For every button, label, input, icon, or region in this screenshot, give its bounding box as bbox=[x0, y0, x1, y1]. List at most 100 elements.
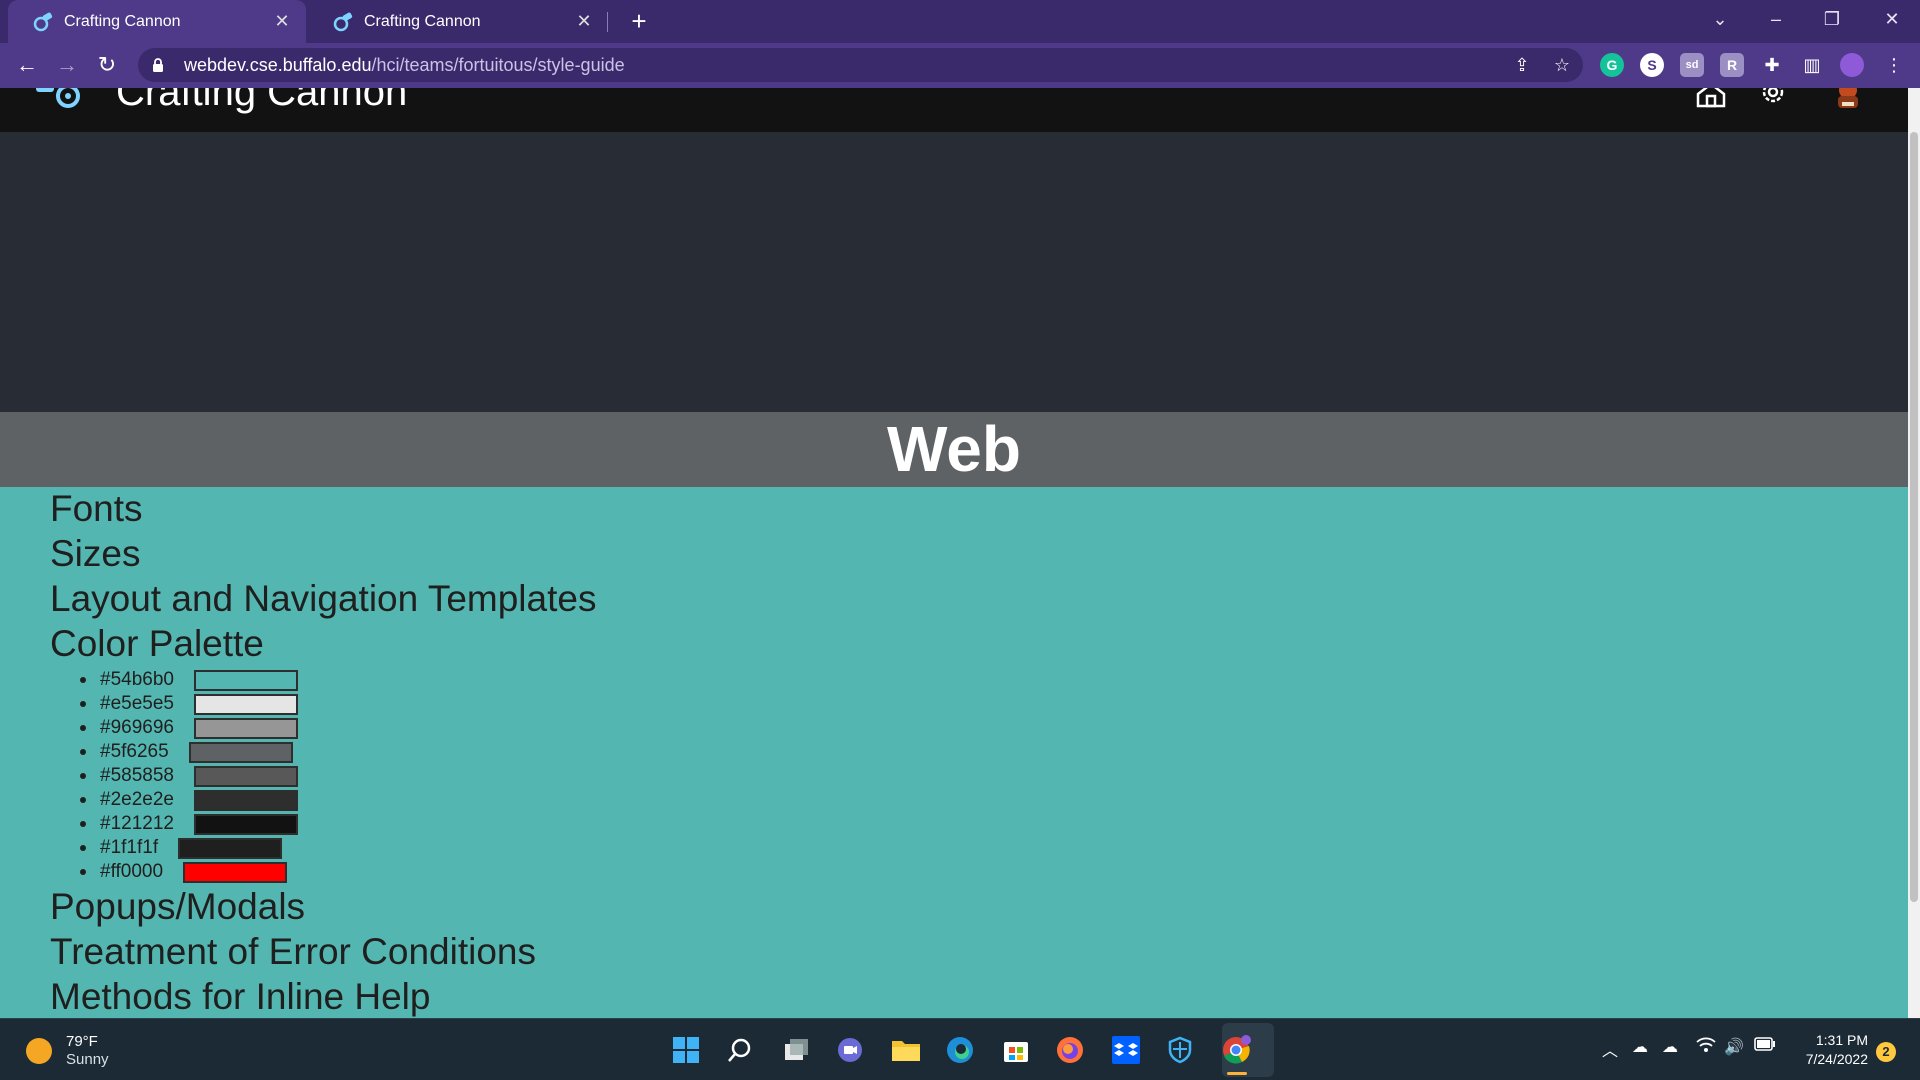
color-swatch bbox=[188, 741, 293, 763]
list-item: #ff0000 bbox=[80, 860, 596, 884]
windows-start-icon[interactable] bbox=[666, 1030, 706, 1070]
r-extension-icon[interactable]: R bbox=[1720, 53, 1744, 77]
color-code: #969696 bbox=[100, 717, 174, 738]
tab-divider bbox=[607, 12, 608, 32]
section-inline-help[interactable]: Methods for Inline Help bbox=[50, 974, 596, 1018]
section-layout-navigation[interactable]: Layout and Navigation Templates bbox=[50, 576, 596, 621]
file-explorer-icon[interactable] bbox=[886, 1030, 926, 1070]
hero-banner bbox=[0, 132, 1908, 412]
taskbar: 79°F Sunny ︿ ☁ ☁ 🔊 1:31 PM 7/24/2022 2 bbox=[0, 1018, 1920, 1080]
sd-extension-icon[interactable]: sd bbox=[1680, 53, 1704, 77]
task-view-icon[interactable] bbox=[776, 1030, 816, 1070]
forward-arrow-icon[interactable]: → bbox=[51, 49, 83, 81]
address-bar[interactable]: webdev.cse.buffalo.edu/hci/teams/fortuit… bbox=[138, 48, 1583, 82]
browser-tab-active[interactable]: Crafting Cannon ✕ bbox=[8, 0, 306, 43]
firefox-icon[interactable] bbox=[1050, 1030, 1090, 1070]
restore-button[interactable]: ❐ bbox=[1804, 0, 1860, 40]
lock-icon bbox=[152, 57, 172, 73]
clock-time: 1:31 PM bbox=[1815, 1032, 1868, 1048]
section-color-palette[interactable]: Color Palette bbox=[50, 621, 596, 666]
site-title[interactable]: Crafting Cannon bbox=[116, 88, 407, 115]
tab-title: Crafting Cannon bbox=[64, 12, 181, 30]
list-item: #e5e5e5 bbox=[80, 692, 596, 716]
chat-icon[interactable] bbox=[830, 1030, 870, 1070]
bookmark-star-icon[interactable]: ☆ bbox=[1548, 51, 1576, 79]
scrollbar-thumb[interactable] bbox=[1910, 132, 1918, 902]
list-item: #54b6b0 bbox=[80, 668, 596, 692]
s-extension-icon[interactable]: S bbox=[1640, 53, 1664, 77]
search-icon[interactable] bbox=[720, 1030, 760, 1070]
color-swatch bbox=[193, 669, 298, 691]
wifi-icon[interactable] bbox=[1696, 1037, 1716, 1058]
page-heading: Web bbox=[887, 413, 1021, 485]
defender-shield-icon[interactable] bbox=[1160, 1030, 1200, 1070]
microsoft-store-icon[interactable] bbox=[996, 1030, 1036, 1070]
section-popups-modals[interactable]: Popups/Modals bbox=[50, 884, 596, 929]
notification-badge[interactable]: 2 bbox=[1876, 1042, 1896, 1062]
url-host: webdev.cse.buffalo.edu bbox=[184, 54, 372, 75]
cannon-logo-icon[interactable] bbox=[34, 88, 84, 125]
bullet-icon bbox=[80, 725, 86, 731]
browser-tab-strip: Crafting Cannon ✕ Crafting Cannon ✕ + ⌄ … bbox=[0, 0, 1920, 43]
tab-title: Crafting Cannon bbox=[364, 12, 481, 30]
battery-icon[interactable] bbox=[1754, 1037, 1776, 1056]
cannon-favicon-icon bbox=[332, 11, 354, 33]
color-swatch bbox=[193, 765, 298, 787]
weather-temp: 79°F bbox=[66, 1033, 98, 1050]
url-path: /hci/teams/fortuitous/style-guide bbox=[371, 54, 625, 75]
section-sizes[interactable]: Sizes bbox=[50, 531, 596, 576]
new-tab-button[interactable]: + bbox=[624, 4, 654, 38]
color-swatch bbox=[193, 717, 298, 739]
list-item: #5f6265 bbox=[80, 740, 596, 764]
section-fonts[interactable]: Fonts bbox=[50, 486, 596, 531]
side-panel-icon[interactable]: ▥ bbox=[1798, 51, 1826, 79]
color-swatch bbox=[193, 693, 298, 715]
onedrive-warning-icon[interactable]: ☁ bbox=[1632, 1037, 1648, 1057]
section-error-conditions[interactable]: Treatment of Error Conditions bbox=[50, 929, 596, 974]
close-window-button[interactable]: ✕ bbox=[1864, 0, 1920, 40]
profile-avatar-icon[interactable] bbox=[1840, 53, 1864, 77]
site-header: Crafting Cannon bbox=[0, 88, 1908, 132]
tab-search-chevron-icon[interactable]: ⌄ bbox=[1692, 0, 1748, 40]
page-viewport: Crafting Cannon Web Fonts Sizes Layout a… bbox=[0, 88, 1908, 1018]
grammarly-icon[interactable]: G bbox=[1600, 53, 1624, 77]
share-icon[interactable]: ⇪ bbox=[1508, 51, 1536, 79]
color-code: #5f6265 bbox=[100, 741, 169, 762]
color-swatch bbox=[193, 813, 298, 835]
tray-overflow-chevron-icon[interactable]: ︿ bbox=[1602, 1037, 1618, 1061]
list-item: #2e2e2e bbox=[80, 788, 596, 812]
section-band: Web bbox=[0, 412, 1908, 487]
list-item: #121212 bbox=[80, 812, 596, 836]
weather-widget[interactable]: 79°F Sunny bbox=[26, 1033, 109, 1069]
bullet-icon bbox=[80, 773, 86, 779]
browser-menu-icon[interactable]: ⋮ bbox=[1880, 51, 1908, 79]
back-arrow-icon[interactable]: ← bbox=[11, 49, 43, 81]
volume-icon[interactable]: 🔊 bbox=[1724, 1037, 1744, 1057]
settings-gear-icon[interactable] bbox=[1758, 88, 1788, 113]
edge-browser-icon[interactable] bbox=[940, 1030, 980, 1070]
chrome-icon[interactable] bbox=[1216, 1030, 1256, 1070]
bullet-icon bbox=[80, 821, 86, 827]
weather-desc: Sunny bbox=[66, 1051, 109, 1068]
browser-tab-inactive[interactable]: Crafting Cannon ✕ bbox=[308, 0, 608, 43]
color-code: #ff0000 bbox=[100, 861, 164, 882]
list-item: #1f1f1f bbox=[80, 836, 596, 860]
color-code: #1f1f1f bbox=[100, 837, 159, 858]
bullet-icon bbox=[80, 677, 86, 683]
browser-toolbar: ← → ↻ webdev.cse.buffalo.edu/hci/teams/f… bbox=[0, 43, 1920, 88]
page-scrollbar[interactable] bbox=[1908, 88, 1920, 1018]
close-tab-icon[interactable]: ✕ bbox=[574, 11, 594, 32]
user-avatar[interactable] bbox=[1830, 88, 1866, 117]
color-code: #54b6b0 bbox=[100, 669, 174, 690]
sun-icon bbox=[26, 1038, 52, 1064]
reload-icon[interactable]: ↻ bbox=[91, 49, 123, 81]
bullet-icon bbox=[80, 869, 86, 875]
system-clock[interactable]: 1:31 PM 7/24/2022 bbox=[1790, 1031, 1868, 1069]
clock-date: 7/24/2022 bbox=[1805, 1051, 1868, 1067]
home-icon[interactable] bbox=[1696, 88, 1726, 113]
minimize-button[interactable]: – bbox=[1748, 0, 1804, 40]
close-tab-icon[interactable]: ✕ bbox=[272, 11, 292, 32]
onedrive-error-icon[interactable]: ☁ bbox=[1662, 1037, 1678, 1057]
extensions-puzzle-icon[interactable]: ✚ bbox=[1758, 51, 1786, 79]
dropbox-icon[interactable] bbox=[1106, 1030, 1146, 1070]
